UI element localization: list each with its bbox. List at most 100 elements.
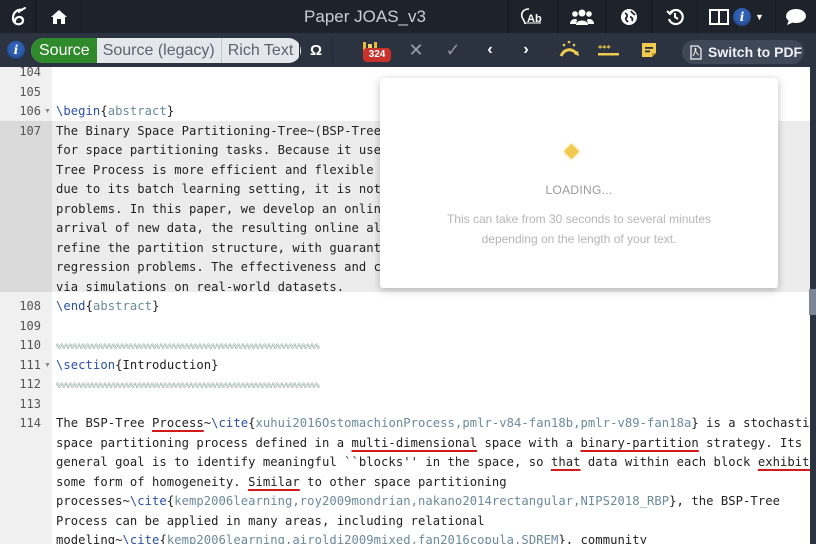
code-segment: {: [100, 104, 108, 118]
latex-command: \cite: [129, 494, 167, 508]
code-text: space partitioning process defined in a …: [56, 434, 802, 454]
code-segment: refine the partition structure, with gua…: [56, 240, 389, 255]
code-segment: modeling~: [56, 533, 123, 544]
code-text: The BSP-Tree Process~\cite{xuhui2016Osto…: [56, 414, 810, 434]
code-segment: processes~: [56, 494, 130, 508]
code-segment: some form of homogeneity.: [56, 474, 249, 489]
latex-command: \cite: [122, 533, 160, 544]
switch-to-pdf-label: Switch to PDF: [708, 44, 803, 60]
code-segment: }, community: [558, 533, 648, 544]
code-segment: }: [166, 104, 175, 118]
loading-title: LOADING...: [545, 183, 613, 197]
code-line[interactable]: general goal is to identify meaningful `…: [0, 453, 810, 473]
latex-command: \end: [56, 299, 86, 313]
home-icon: [50, 9, 67, 24]
layout-split-icon: [709, 8, 730, 25]
auto-suggest-button[interactable]: [558, 39, 582, 61]
mode-source-legacy[interactable]: Source (legacy): [97, 38, 222, 63]
code-text: via simulations on real-world datasets.: [56, 278, 344, 298]
sticky-note-icon: [642, 43, 656, 57]
code-text: \section{Introduction}: [56, 356, 219, 376]
code-line[interactable]: 112%%%%%%%%%%%%%%%%%%%%%%%%%%%%%%%%%%%%%…: [0, 375, 810, 395]
latex-argument: abstract: [92, 299, 153, 313]
code-line[interactable]: 110%%%%%%%%%%%%%%%%%%%%%%%%%%%%%%%%%%%%%…: [0, 336, 810, 356]
code-segment: strategy. Its: [698, 435, 803, 450]
fold-toggle-icon[interactable]: ▼: [44, 356, 51, 376]
spelling-error[interactable]: Process: [152, 416, 204, 430]
line-number: 111: [19, 357, 41, 372]
symbol-palette-button[interactable]: Ω: [303, 33, 329, 67]
line-number: 114: [19, 416, 41, 430]
code-line[interactable]: processes~\cite{kemp2006learning,roy2009…: [0, 492, 810, 512]
code-text: \end{abstract}: [56, 297, 159, 317]
spelling-error[interactable]: multi-dimensional: [352, 436, 478, 450]
chat-button[interactable]: [776, 0, 816, 33]
share-users-icon: [569, 9, 594, 25]
code-line[interactable]: 111 ▼ \section{Introduction}: [0, 356, 810, 376]
sticky-note-button[interactable]: [638, 40, 660, 60]
home-button[interactable]: [36, 0, 82, 33]
word-count-button[interactable]: Ab: [508, 0, 558, 33]
code-segment: {: [159, 533, 167, 544]
code-text: Process can be applied in many areas, in…: [56, 512, 484, 532]
line-number: 108: [19, 299, 41, 313]
overleaf-logo-icon: [11, 6, 26, 25]
code-segment: Process can be applied in many areas, in…: [56, 513, 485, 528]
info-icon: i: [7, 41, 25, 59]
code-segment: }, the BSP-Tree: [669, 494, 780, 508]
code-text: %%%%%%%%%%%%%%%%%%%%%%%%%%%%%%%%%%%%%%%%…: [56, 336, 320, 357]
expand-pdf-handle[interactable]: [809, 289, 816, 315]
mode-source[interactable]: Source: [31, 38, 97, 63]
divider: [332, 38, 333, 63]
code-text: refine the partition structure, with gua…: [56, 239, 388, 259]
spelling-error[interactable]: Similar: [248, 475, 300, 489]
loading-message-line: This can take from 30 seconds to several…: [446, 212, 712, 226]
line-number: 110: [19, 338, 41, 352]
code-line[interactable]: 109: [0, 317, 810, 337]
history-icon: [665, 8, 684, 25]
loading-spinner-icon: [563, 143, 580, 160]
code-line[interactable]: some form of homogeneity. Similar to oth…: [0, 473, 810, 493]
accept-change-button[interactable]: ✓: [442, 33, 464, 67]
rating-button[interactable]: ***: [597, 41, 621, 59]
code-line[interactable]: modeling~\cite{kemp2006learning,airoldi2…: [0, 531, 810, 544]
overleaf-logo-button[interactable]: [0, 0, 36, 33]
latex-comment: %%%%%%%%%%%%%%%%%%%%%%%%%%%%%%%%%%%%%%%%…: [56, 381, 320, 390]
code-line[interactable]: 113: [0, 395, 810, 415]
publish-button[interactable]: [606, 0, 652, 33]
code-text: arrival of new data, the resulting onlin…: [56, 219, 388, 239]
code-line[interactable]: Process can be applied in many areas, in…: [0, 512, 810, 532]
code-line[interactable]: 114 The BSP-Tree Process~\cite{xuhui2016O…: [0, 414, 810, 434]
reject-change-button[interactable]: ✕: [405, 33, 427, 67]
line-number: 107: [19, 123, 41, 138]
editor-mode-toggle: Source Source (legacy) Rich Text: [31, 38, 302, 63]
line-number: 104: [19, 67, 41, 79]
editor-info-button[interactable]: i: [7, 41, 25, 59]
code-segment: to other space partitioning: [299, 474, 507, 489]
spelling-error[interactable]: that: [551, 455, 581, 469]
spelling-error[interactable]: binary-partition: [581, 436, 699, 450]
pdf-file-icon: [690, 44, 702, 60]
fold-toggle-icon[interactable]: ▼: [44, 102, 51, 122]
latex-command: \section: [56, 357, 116, 372]
chat-icon: [786, 8, 806, 25]
line-number: 109: [19, 318, 41, 333]
line-number: 105: [19, 84, 41, 99]
code-segment: for space partitioning tasks. Because it…: [56, 143, 389, 157]
switch-to-pdf-button[interactable]: Switch to PDF: [682, 40, 804, 64]
share-button[interactable]: [558, 0, 606, 33]
latex-argument: kemp2006learning,airoldi2009mixed,fan201…: [166, 533, 559, 544]
previous-change-button[interactable]: ‹: [480, 33, 500, 67]
code-text: general goal is to identify meaningful `…: [56, 453, 810, 473]
next-change-button[interactable]: ›: [516, 33, 536, 67]
code-segment: data within each block: [580, 455, 758, 469]
code-line[interactable]: 108 \end{abstract}: [0, 297, 810, 317]
layout-menu-button[interactable]: i ▼: [698, 0, 776, 33]
spelling-error[interactable]: exhibits: [758, 455, 810, 469]
mode-rich-text[interactable]: Rich Text: [222, 38, 302, 63]
chevron-left-icon: ‹: [487, 41, 493, 58]
code-line[interactable]: space partitioning process defined in a …: [0, 434, 810, 454]
line-number: 112: [19, 377, 41, 391]
history-button[interactable]: [652, 0, 698, 33]
loading-message: This can take from 30 seconds to several…: [380, 209, 778, 249]
